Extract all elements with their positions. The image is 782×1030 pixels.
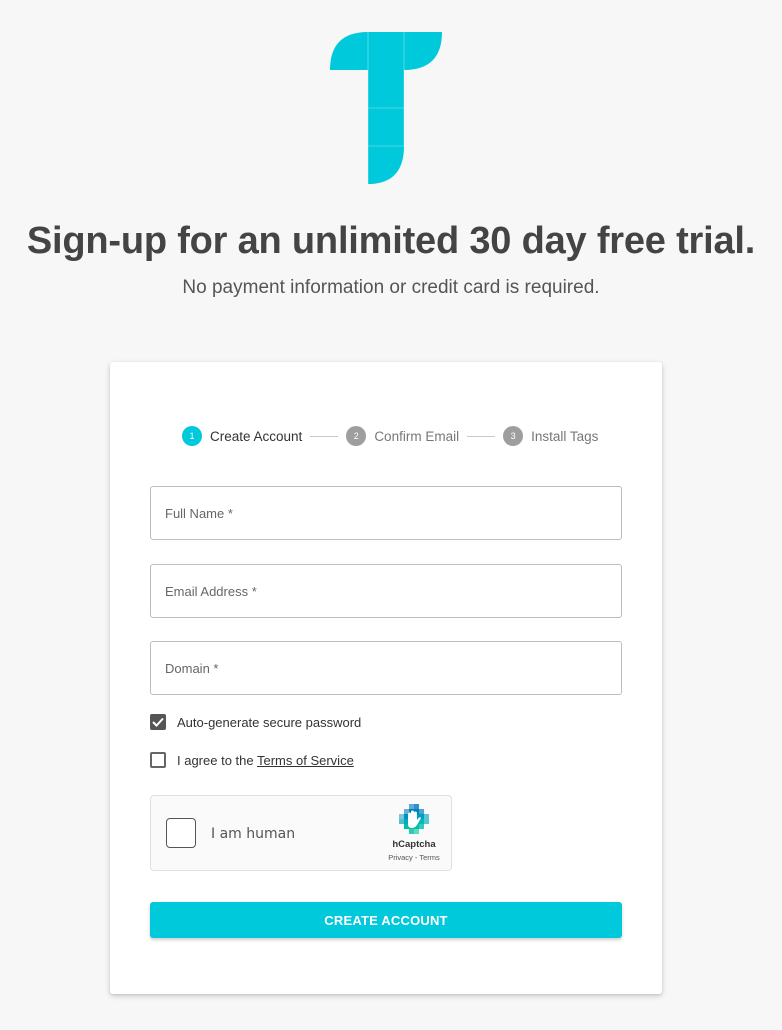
step-label: Install Tags — [531, 428, 599, 444]
t-logo-icon — [330, 32, 442, 184]
checkmark-icon — [152, 717, 164, 727]
stepper: 1 Create Account 2 Confirm Email 3 Insta… — [182, 426, 598, 446]
captcha-privacy-terms-links[interactable]: Privacy - Terms — [379, 853, 449, 862]
step-label: Confirm Email — [374, 428, 460, 444]
terms-of-service-link[interactable]: Terms of Service — [257, 753, 354, 768]
step-confirm-email: 2 Confirm Email — [346, 426, 459, 446]
auto-password-label: Auto-generate secure password — [177, 714, 362, 730]
email-field — [150, 564, 622, 618]
create-account-button[interactable]: CREATE ACCOUNT — [150, 902, 622, 938]
auto-password-checkbox[interactable] — [150, 714, 166, 730]
page-title: Sign-up for an unlimited 30 day free tri… — [26, 220, 756, 262]
step-label: Create Account — [210, 428, 303, 444]
full-name-input[interactable] — [151, 487, 621, 539]
domain-input[interactable] — [151, 642, 621, 694]
step-number: 1 — [182, 426, 202, 446]
captcha-brand: hCaptcha — [392, 839, 436, 850]
step-install-tags: 3 Install Tags — [503, 426, 598, 446]
signup-card: 1 Create Account 2 Confirm Email 3 Insta… — [110, 362, 662, 994]
hcaptcha-widget: I am human hCaptcha Privacy - Terms — [150, 795, 452, 871]
auto-password-row[interactable]: Auto-generate secure password — [150, 714, 361, 730]
step-number: 2 — [346, 426, 367, 446]
step-create-account: 1 Create Account — [182, 426, 302, 446]
terms-label: I agree to the Terms of Service — [177, 753, 354, 768]
terms-row[interactable]: I agree to the Terms of Service — [150, 752, 354, 768]
full-name-field — [150, 486, 622, 540]
captcha-checkbox[interactable] — [166, 818, 196, 848]
email-input[interactable] — [151, 565, 621, 617]
terms-label-prefix: I agree to the — [177, 752, 257, 768]
domain-field — [150, 641, 622, 695]
terms-checkbox[interactable] — [150, 752, 166, 768]
hcaptcha-logo-icon — [399, 804, 429, 834]
page-subtitle: No payment information or credit card is… — [182, 277, 600, 298]
step-connector — [310, 435, 339, 437]
step-connector — [467, 435, 496, 437]
step-number: 3 — [503, 426, 524, 446]
captcha-label: I am human — [211, 826, 296, 842]
